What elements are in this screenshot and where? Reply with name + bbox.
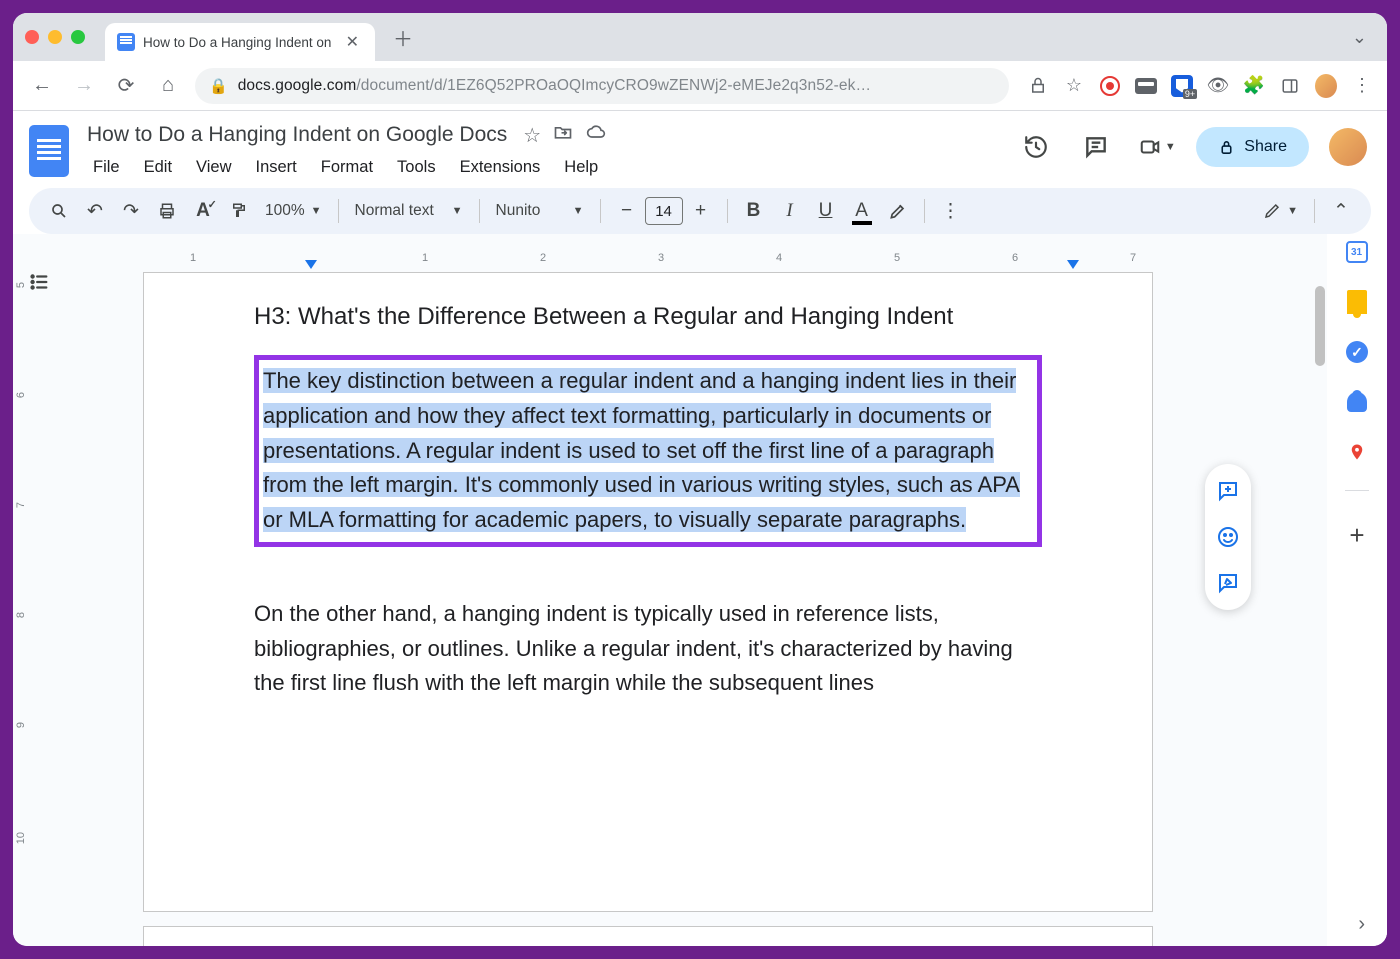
undo-button[interactable]: ↶ [79, 195, 111, 227]
share-button[interactable]: Share [1196, 127, 1309, 167]
contacts-sidepanel-button[interactable] [1345, 390, 1369, 414]
extension-bitwarden-icon[interactable]: 9+ [1171, 75, 1193, 97]
paint-format-button[interactable] [223, 195, 255, 227]
document-area: 5 6 7 8 9 10 1 1 2 3 4 5 6 7 [13, 234, 1387, 946]
editing-mode-button[interactable]: ▼ [1257, 202, 1304, 220]
editing-toolbar: ↶ ↷ A✓ 100%▼ Normal text▼ Nunito▼ [29, 188, 1371, 234]
document-status-cloud-icon[interactable] [585, 122, 607, 148]
extensions-puzzle-button[interactable]: 🧩 [1243, 75, 1265, 97]
spellcheck-button[interactable]: A✓ [187, 195, 219, 227]
menu-edit[interactable]: Edit [134, 153, 182, 182]
highlight-color-button[interactable] [882, 195, 914, 227]
address-bar[interactable]: 🔒 docs.google.com/document/d/1EZ6Q52PROa… [195, 68, 1009, 104]
bookmark-star-button[interactable]: ☆ [1063, 75, 1085, 97]
docs-header: How to Do a Hanging Indent on Google Doc… [13, 111, 1387, 182]
body-paragraph[interactable]: On the other hand, a hanging indent is t… [254, 597, 1042, 701]
url-text: docs.google.com/document/d/1EZ6Q52PROaOQ… [238, 77, 871, 95]
menu-view[interactable]: View [186, 153, 241, 182]
tabs-dropdown-button[interactable]: ⌄ [1352, 27, 1367, 48]
more-toolbar-button[interactable]: ⋮ [935, 195, 967, 227]
move-document-button[interactable] [553, 122, 573, 148]
heading-text: H3: What's the Difference Between a Regu… [254, 303, 1042, 331]
add-comment-button[interactable] [1213, 476, 1243, 506]
vertical-scrollbar-thumb[interactable] [1315, 286, 1325, 366]
extension-eye-icon[interactable]: 👁 [1207, 75, 1229, 97]
document-page-next[interactable] [143, 926, 1153, 946]
lock-icon: 🔒 [209, 77, 228, 95]
window-controls [25, 30, 85, 44]
horizontal-ruler[interactable]: 1 1 2 3 4 5 6 7 [143, 252, 1177, 272]
new-tab-button[interactable]: ＋ [393, 23, 413, 52]
chrome-menu-button[interactable]: ⋮ [1351, 75, 1373, 97]
selected-paragraph[interactable]: The key distinction between a regular in… [263, 368, 1020, 532]
menu-format[interactable]: Format [311, 153, 383, 182]
annotation-highlight-box: The key distinction between a regular in… [254, 355, 1042, 547]
reload-button[interactable]: ⟳ [111, 71, 141, 101]
font-size-increase-button[interactable]: + [685, 195, 717, 227]
search-menus-button[interactable] [43, 195, 75, 227]
zoom-select[interactable]: 100%▼ [259, 202, 328, 220]
menu-help[interactable]: Help [554, 153, 608, 182]
extension-ublock-icon[interactable] [1099, 75, 1121, 97]
font-family-select[interactable]: Nunito▼ [490, 202, 590, 220]
docs-favicon [117, 33, 135, 51]
share-page-button[interactable] [1027, 75, 1049, 97]
maps-sidepanel-button[interactable] [1345, 440, 1369, 464]
account-avatar-button[interactable] [1329, 128, 1367, 166]
document-title-input[interactable]: How to Do a Hanging Indent on Google Doc… [83, 121, 511, 149]
side-panel-button[interactable] [1279, 75, 1301, 97]
font-size-decrease-button[interactable]: − [611, 195, 643, 227]
tab-title: How to Do a Hanging Indent on [143, 35, 334, 50]
bold-button[interactable]: B [738, 195, 770, 227]
back-button[interactable]: ← [27, 71, 57, 101]
profile-avatar-button[interactable] [1315, 75, 1337, 97]
version-history-button[interactable] [1016, 127, 1056, 167]
paragraph-style-select[interactable]: Normal text▼ [349, 202, 469, 220]
get-addons-button[interactable]: + [1345, 523, 1369, 547]
browser-tab-strip: How to Do a Hanging Indent on ✕ ＋ ⌄ [13, 13, 1387, 61]
show-side-panel-button[interactable]: › [1358, 913, 1365, 936]
text-color-button[interactable]: A [846, 195, 878, 227]
menu-tools[interactable]: Tools [387, 153, 446, 182]
meet-button[interactable]: ▼ [1136, 127, 1176, 167]
tasks-sidepanel-button[interactable]: ✓ [1345, 340, 1369, 364]
minimize-window-button[interactable] [48, 30, 62, 44]
menu-bar: File Edit View Insert Format Tools Exten… [83, 153, 1002, 182]
document-page[interactable]: H3: What's the Difference Between a Regu… [143, 272, 1153, 912]
menu-extensions[interactable]: Extensions [450, 153, 551, 182]
first-line-indent-marker[interactable] [305, 260, 317, 269]
collapse-toolbar-button[interactable]: ⌃ [1325, 195, 1357, 227]
menu-insert[interactable]: Insert [246, 153, 307, 182]
redo-button[interactable]: ↷ [115, 195, 147, 227]
floating-comment-toolbar [1205, 464, 1251, 610]
extension-ninja-icon[interactable] [1135, 75, 1157, 97]
side-panel-rail: ✓ + [1327, 234, 1387, 946]
print-button[interactable] [151, 195, 183, 227]
share-button-label: Share [1244, 138, 1287, 156]
docs-logo-icon[interactable] [29, 125, 69, 177]
suggest-edits-button[interactable] [1213, 568, 1243, 598]
menu-file[interactable]: File [83, 153, 130, 182]
right-indent-marker[interactable] [1067, 260, 1079, 269]
italic-button[interactable]: I [774, 195, 806, 227]
browser-toolbar: ← → ⟳ ⌂ 🔒 docs.google.com/document/d/1EZ… [13, 61, 1387, 111]
vertical-ruler[interactable]: 5 6 7 8 9 10 [13, 272, 31, 946]
calendar-sidepanel-button[interactable] [1345, 240, 1369, 264]
home-button[interactable]: ⌂ [153, 71, 183, 101]
star-document-button[interactable]: ☆ [523, 123, 541, 148]
browser-tab-active[interactable]: How to Do a Hanging Indent on ✕ [105, 23, 375, 61]
rail-separator [1345, 490, 1369, 491]
maximize-window-button[interactable] [71, 30, 85, 44]
underline-button[interactable]: U [810, 195, 842, 227]
forward-button[interactable]: → [69, 71, 99, 101]
comments-button[interactable] [1076, 127, 1116, 167]
font-size-input[interactable]: 14 [645, 197, 683, 225]
add-emoji-reaction-button[interactable] [1213, 522, 1243, 552]
close-window-button[interactable] [25, 30, 39, 44]
keep-sidepanel-button[interactable] [1345, 290, 1369, 314]
close-tab-button[interactable]: ✕ [342, 30, 363, 54]
